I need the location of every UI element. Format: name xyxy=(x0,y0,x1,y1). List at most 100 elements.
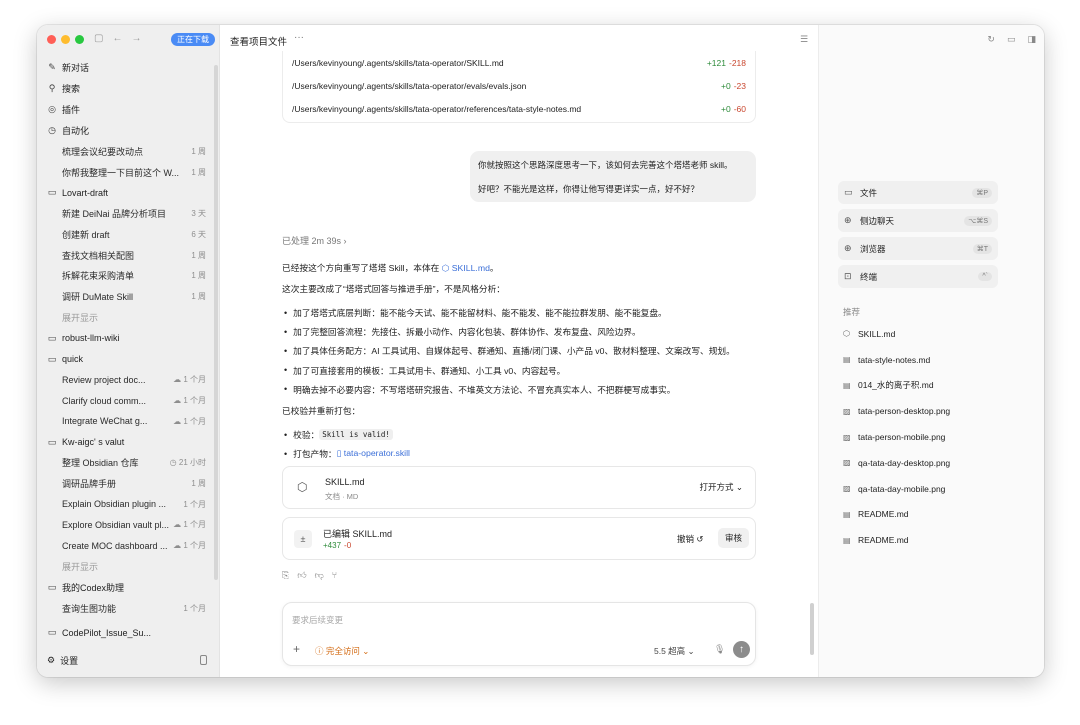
minimize-window-button[interactable] xyxy=(61,35,70,44)
list-view-icon[interactable]: ☰ xyxy=(800,34,808,45)
settings-button[interactable]: ⚙ 设置 xyxy=(47,654,78,667)
bullet-item: 明确去掉不必要内容：不写塔塔研究报告、不堆英文方法论、不冒充真实本人、不把群梗写… xyxy=(282,380,762,399)
open-with-button[interactable]: 打开方式 ⌄ xyxy=(699,481,743,493)
review-button[interactable]: 审核 xyxy=(718,528,750,548)
main-scrollbar[interactable] xyxy=(810,603,814,655)
sidebar-toggle-icon[interactable]: ▢ xyxy=(94,33,103,45)
show-more-button[interactable]: 展开显示 xyxy=(37,307,220,328)
refresh-icon[interactable]: ↻ xyxy=(987,34,995,45)
inline-code: Skill is valid! xyxy=(319,429,393,441)
browser-tool[interactable]: ⊕ 浏览器 ⌘T xyxy=(838,237,998,260)
plugins-item[interactable]: ◎ 插件 xyxy=(37,99,220,120)
thread-item[interactable]: 调研品牌手册 1 周 xyxy=(37,473,220,494)
phone-icon[interactable] xyxy=(200,655,207,665)
bottom-panel-icon[interactable]: ▭ xyxy=(1007,34,1016,45)
download-status-badge[interactable]: 正在下载 xyxy=(171,33,215,46)
reply-text: 这次主要改成了“塔塔式回答与推进手册”，不是风格分析： xyxy=(282,284,505,294)
file-row[interactable]: /Users/kevinyoung/.agents/skills/tata-op… xyxy=(283,98,755,121)
file-row[interactable]: /Users/kevinyoung/.agents/skills/tata-op… xyxy=(283,51,755,74)
recommend-item[interactable]: ▨ tata-person-desktop.png xyxy=(843,398,1023,424)
bullet-item: 加了可直接套用的模板：工具试用卡、群通知、小工具 v0、内容起号。 xyxy=(282,361,762,380)
processed-time-toggle[interactable]: 已处理 2m 39s › xyxy=(282,234,347,247)
thread-item[interactable]: 查询生图功能 1 个月 xyxy=(37,598,220,619)
thumbs-up-icon[interactable]: 👍︎ xyxy=(297,570,306,581)
chat-icon: ⊕ xyxy=(844,215,852,225)
files-tool[interactable]: ▭ 文件 ⌘P xyxy=(838,181,998,204)
cube-icon: ⬡ xyxy=(843,329,850,339)
thread-item[interactable]: Review project doc... ☁ 1 个月 xyxy=(37,370,220,391)
send-button[interactable]: ↑ xyxy=(733,641,750,658)
back-arrow-icon[interactable]: ← xyxy=(112,33,122,45)
recommend-item[interactable]: ▤ README.md xyxy=(843,527,1023,553)
project-kw-aigc[interactable]: ▭ Kw-aigc' s valut xyxy=(37,432,220,453)
undo-icon: ↺ xyxy=(696,534,704,544)
sidebar-nav: ✎ 新对话 ⚲ 搜索 ◎ 插件 ◷ 自动化 梳理会议纪要改动点 1 周 你帮我整理一下目前… xyxy=(37,57,220,643)
thread-item[interactable]: 新建 DeiNai 品牌分析项目 3 天 xyxy=(37,203,220,224)
composer-input[interactable]: 要求后续变更 xyxy=(292,614,343,626)
recommend-item[interactable]: ▤ README.md xyxy=(843,502,1023,528)
thread-item[interactable]: 创建新 draft 6 天 xyxy=(37,224,220,245)
forward-arrow-icon[interactable]: → xyxy=(131,33,141,45)
changed-files-card: /Users/kevinyoung/.agents/skills/tata-op… xyxy=(282,51,756,123)
window-controls xyxy=(47,35,84,44)
project-codex[interactable]: ▭ 我的Codex助理 xyxy=(37,577,220,598)
composer[interactable]: 要求后续变更 + ⓘ 完全访问 ⌄ 5.5 超高 ⌄ 🎙︎ ↑ xyxy=(282,602,756,666)
close-window-button[interactable] xyxy=(47,35,56,44)
package-link[interactable]: ▯ tata-operator.skill xyxy=(337,448,410,459)
more-options-icon[interactable]: ··· xyxy=(294,32,304,43)
thread-item[interactable]: 整理 Obsidian 仓库 ◷ 21 小时 xyxy=(37,453,220,474)
thread-item[interactable]: Create MOC dashboard ... ☁ 1 个月 xyxy=(37,535,220,556)
thread-item[interactable]: 查找文档相关配图 1 周 xyxy=(37,245,220,266)
add-attachment-button[interactable]: + xyxy=(293,642,300,656)
project-robust-llm-wiki[interactable]: ▭ robust-llm-wiki xyxy=(37,328,220,349)
sidebar-toolbar: ▢ ← → xyxy=(94,33,141,45)
bullet-item: 加了具体任务配方：AI 工具试用、自媒体起号、群通知、直播/闭门课、小产品 v0… xyxy=(282,341,762,360)
thread-item[interactable]: Clarify cloud comm... ☁ 1 个月 xyxy=(37,390,220,411)
recommend-list: ⬡ SKILL.md ▤ tata-style-notes.md ▤ 014_水的离子… xyxy=(843,321,1023,553)
undo-button[interactable]: 撤销 ↺ xyxy=(677,533,704,545)
model-selector[interactable]: 5.5 超高 ⌄ xyxy=(654,645,695,657)
thumbs-down-icon[interactable]: 👎︎ xyxy=(315,570,324,581)
side-panel-icon[interactable]: ◨ xyxy=(1027,34,1036,45)
chevron-right-icon: › xyxy=(343,236,347,246)
thread-item[interactable]: 你帮我整理一下目前这个 W... 1 周 xyxy=(37,162,220,183)
thread-item[interactable]: Integrate WeChat g... ☁ 1 个月 xyxy=(37,411,220,432)
terminal-tool[interactable]: ⊡ 终端 ^` xyxy=(838,265,998,288)
fork-icon[interactable]: ⑂ xyxy=(332,570,337,581)
thread-item[interactable]: Explain Obsidian plugin ... 1 个月 xyxy=(37,494,220,515)
app-window: ▢ ← → 正在下载 ✎ 新对话 ⚲ 搜索 ◎ 插件 ◷ 自动化 梳理会议纪要改动点 1 … xyxy=(37,25,1044,677)
recommend-item[interactable]: ▤ tata-style-notes.md xyxy=(843,347,1023,373)
image-icon: ▨ xyxy=(843,484,851,494)
recommend-item[interactable]: ⬡ SKILL.md xyxy=(843,321,1023,347)
copy-icon[interactable]: ⎘ xyxy=(282,570,289,581)
side-chat-tool[interactable]: ⊕ 侧边聊天 ⌥⌘S xyxy=(838,209,998,232)
folder-icon: ▭ xyxy=(47,332,57,343)
right-panel: ↻ ▭ ◨ ▭ 文件 ⌘P ⊕ 侧边聊天 ⌥⌘S ⊕ 浏览器 ⌘T ⊡ 终端 ^` 推荐 ⬡ SK… xyxy=(818,25,1044,677)
microphone-icon[interactable]: 🎙︎ xyxy=(714,644,725,655)
thread-item[interactable]: 拆解花束采购清单 1 周 xyxy=(37,265,220,286)
automation-item[interactable]: ◷ 自动化 xyxy=(37,120,220,141)
skill-md-link[interactable]: ⬡ SKILL.md xyxy=(442,263,490,273)
thread-item[interactable]: Explore Obsidian vault pl... ☁ 1 个月 xyxy=(37,515,220,536)
recommend-item[interactable]: ▨ qa-tata-day-desktop.png xyxy=(843,450,1023,476)
file-row[interactable]: /Users/kevinyoung/.agents/skills/tata-op… xyxy=(283,74,755,97)
message-actions: ⎘ 👍︎ 👎︎ ⑂ xyxy=(282,570,337,581)
maximize-window-button[interactable] xyxy=(75,35,84,44)
recommend-item[interactable]: ▨ tata-person-mobile.png xyxy=(843,424,1023,450)
access-mode-dropdown[interactable]: ⓘ 完全访问 ⌄ xyxy=(315,645,369,657)
thread-item[interactable]: 梳理会议纪要改动点 1 周 xyxy=(37,141,220,162)
new-chat-item[interactable]: ✎ 新对话 xyxy=(37,57,220,78)
sidebar-scrollbar[interactable] xyxy=(214,65,218,580)
bullet-item: 加了完整回答流程：先接住、拆最小动作、内容化包装、群体协作、发布复盘、风险边界。 xyxy=(282,322,762,341)
plugin-icon: ◎ xyxy=(48,104,56,114)
recommend-item[interactable]: ▨ qa-tata-day-mobile.png xyxy=(843,476,1023,502)
project-lovart-draft[interactable]: ▭ Lovart-draft xyxy=(37,182,220,203)
file-attachment-card[interactable]: ⬡ SKILL.md 文档 · MD 打开方式 ⌄ xyxy=(282,466,756,509)
recommend-item[interactable]: ▤ 014_水的离子积.md xyxy=(843,373,1023,399)
show-more-button[interactable]: 展开显示 xyxy=(37,556,220,577)
search-item[interactable]: ⚲ 搜索 xyxy=(37,78,220,99)
project-quick[interactable]: ▭ quick xyxy=(37,349,220,370)
thread-item[interactable]: 调研 DuMate Skill 1 周 xyxy=(37,286,220,307)
project-codepilot[interactable]: ▭ CodePilot_Issue_Su... xyxy=(37,622,220,643)
right-toolbar: ↻ ▭ ◨ xyxy=(987,34,1036,45)
